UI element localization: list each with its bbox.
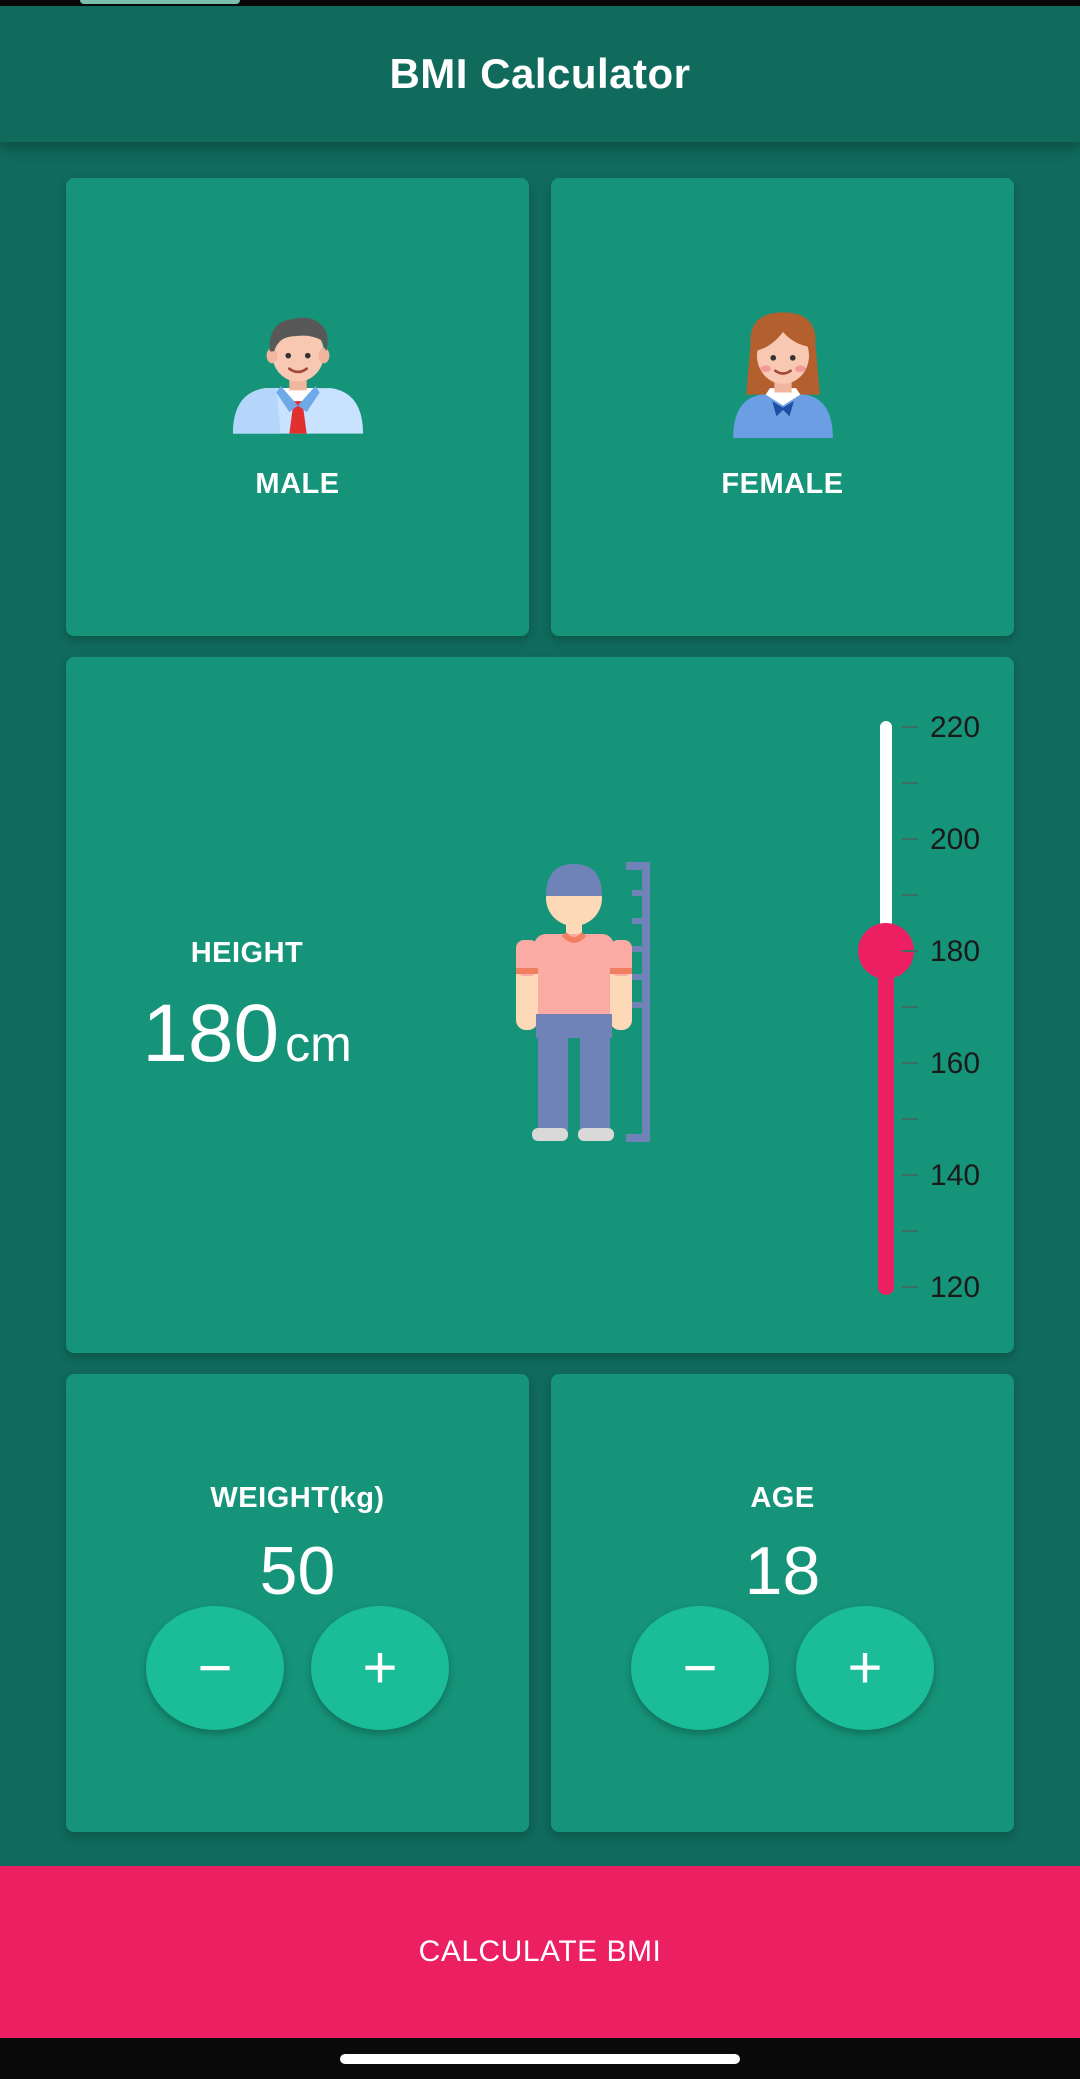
app-bar: BMI Calculator [0,6,1080,142]
navigation-bar [0,2038,1080,2079]
slider-tick-label: 180 [930,935,980,968]
male-avatar-icon [232,317,363,434]
weight-card: WEIGHT(kg) 50 − + [66,1374,529,1832]
height-value: 180 [142,988,280,1079]
weight-value: 50 [259,1533,336,1609]
age-value: 18 [744,1533,821,1609]
home-indicator[interactable] [340,2054,740,2064]
weight-decrement-button[interactable]: − [146,1606,284,1730]
minus-icon: − [682,1634,718,1701]
height-readout: 180 cm [132,987,362,1081]
plus-icon: + [362,1634,398,1701]
weight-label: WEIGHT(kg) [210,1482,385,1514]
slider-tick-label: 160 [930,1047,980,1080]
height-card: HEIGHT 180 cm 220 200 180 160 140 120 [66,657,1014,1353]
female-card[interactable]: FEMALE [551,178,1014,636]
status-indicator [80,0,240,4]
calculate-bmi-label: CALCULATE BMI [418,1935,662,1968]
male-card[interactable]: MALE [66,178,529,636]
plus-icon: + [847,1634,883,1701]
age-label: AGE [750,1482,815,1514]
weight-increment-button[interactable]: + [311,1606,449,1730]
age-decrement-button[interactable]: − [631,1606,769,1730]
height-unit: cm [285,1016,352,1072]
male-label: MALE [255,468,340,500]
height-slider[interactable]: 220 200 180 160 140 120 [806,707,1016,1307]
app-title: BMI Calculator [389,50,691,97]
height-label: HEIGHT [190,937,304,969]
height-figure-icon [516,862,650,1142]
female-label: FEMALE [721,468,844,500]
minus-icon: − [197,1634,233,1701]
age-increment-button[interactable]: + [796,1606,934,1730]
female-avatar-icon [732,312,833,438]
slider-tick-label: 140 [930,1159,980,1192]
age-card: AGE 18 − + [551,1374,1014,1832]
slider-tick-label: 120 [930,1271,980,1304]
calculate-bmi-button[interactable]: CALCULATE BMI [0,1866,1080,2038]
slider-tick-label: 200 [930,823,980,856]
slider-tick-label: 220 [930,711,980,744]
